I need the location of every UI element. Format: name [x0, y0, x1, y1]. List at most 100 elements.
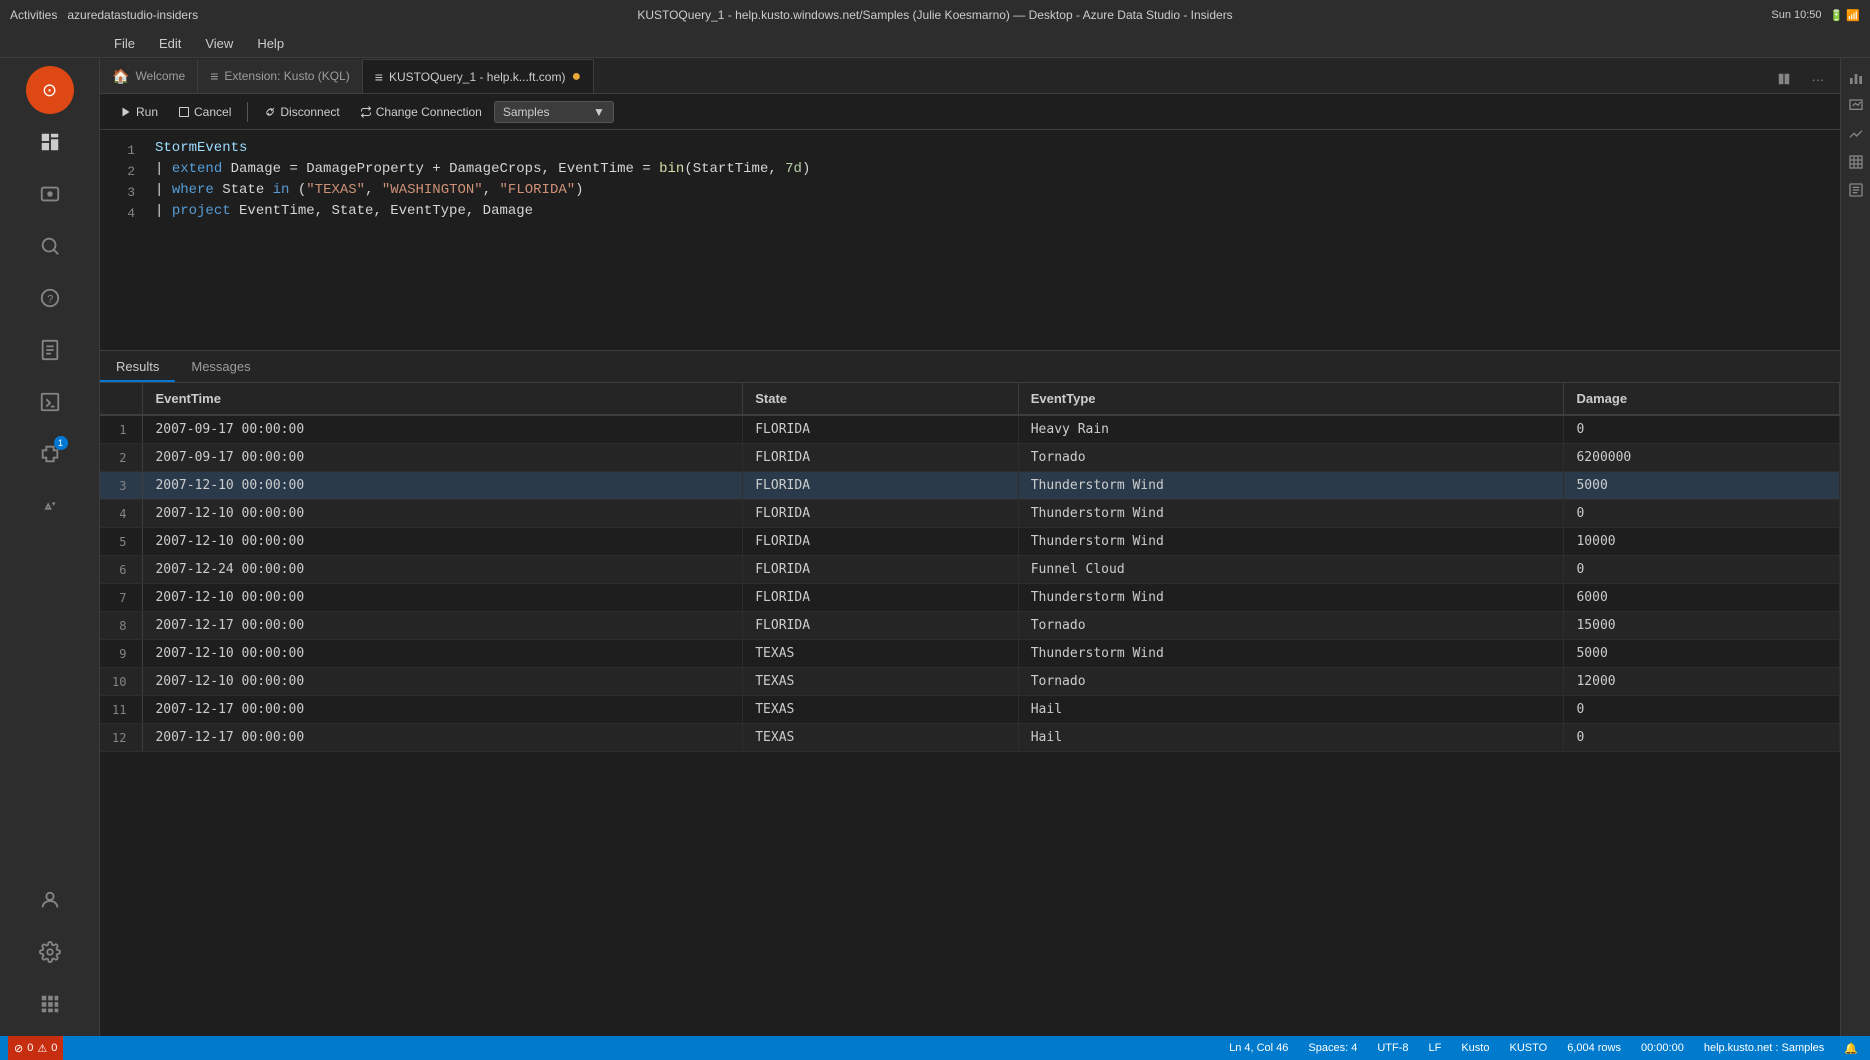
notification-icon[interactable]: 🔔 — [1840, 1042, 1862, 1055]
database-selector[interactable]: Samples ▼ — [494, 101, 614, 123]
line-col[interactable]: Ln 4, Col 46 — [1225, 1042, 1292, 1054]
chart-icon-3[interactable] — [1844, 122, 1868, 146]
eol[interactable]: LF — [1425, 1042, 1446, 1054]
table-cell: 10000 — [1564, 528, 1840, 556]
spaces[interactable]: Spaces: 4 — [1304, 1042, 1361, 1054]
tab-kusto-query[interactable]: ≡ KUSTOQuery_1 - help.k...ft.com) ● — [363, 59, 594, 93]
app-name-label[interactable]: azuredatastudio-insiders — [67, 8, 198, 22]
code-line-3: | where State in ("TEXAS", "WASHINGTON",… — [155, 180, 1840, 201]
results-table-container[interactable]: EventTime State EventType Damage 12007-0… — [100, 383, 1840, 850]
table-cell: 2007-09-17 00:00:00 — [143, 415, 743, 444]
menu-help[interactable]: Help — [253, 34, 288, 53]
table-cell: 12000 — [1564, 668, 1840, 696]
col-eventtime[interactable]: EventTime — [143, 383, 743, 415]
table-row[interactable]: 72007-12-10 00:00:00FLORIDAThunderstorm … — [100, 584, 1840, 612]
cancel-button[interactable]: Cancel — [170, 102, 239, 122]
activity-extensions[interactable]: 1 — [26, 430, 74, 478]
code-line-1: StormEvents — [155, 138, 1840, 159]
change-connection-button[interactable]: Change Connection — [352, 102, 490, 122]
activity-notebook[interactable] — [26, 326, 74, 374]
language-mode[interactable]: Kusto — [1457, 1042, 1493, 1054]
table-row[interactable]: 122007-12-17 00:00:00TEXASHail0 — [100, 724, 1840, 752]
table-row[interactable]: 42007-12-10 00:00:00FLORIDAThunderstorm … — [100, 500, 1840, 528]
table-row[interactable]: 92007-12-10 00:00:00TEXASThunderstorm Wi… — [100, 640, 1840, 668]
table-cell: FLORIDA — [743, 584, 1019, 612]
error-number: 0 — [27, 1042, 33, 1054]
table-cell: Tornado — [1018, 444, 1564, 472]
table-cell: 0 — [1564, 724, 1840, 752]
table-cell: FLORIDA — [743, 528, 1019, 556]
menu-file[interactable]: File — [110, 34, 139, 53]
chart-icon-4[interactable] — [1844, 150, 1868, 174]
activity-search[interactable] — [26, 222, 74, 270]
table-cell: Thunderstorm Wind — [1018, 584, 1564, 612]
tab-welcome[interactable]: 🏠 Welcome — [100, 59, 198, 93]
run-button[interactable]: Run — [112, 102, 166, 122]
table-header-row: EventTime State EventType Damage — [100, 383, 1840, 415]
cell-rownum: 9 — [100, 640, 143, 668]
tabs-bar: 🏠 Welcome ≡ Extension: Kusto (KQL) ≡ KUS… — [100, 58, 1840, 94]
activity-grid[interactable] — [26, 980, 74, 1028]
split-editor-button[interactable] — [1770, 65, 1798, 93]
connection-info[interactable]: help.kusto.net : Samples — [1700, 1042, 1828, 1054]
code-editor[interactable]: 1 2 3 4 StormEvents | extend Damage = Da… — [100, 130, 1840, 350]
table-cell: TEXAS — [743, 724, 1019, 752]
tab-extension-kusto[interactable]: ≡ Extension: Kusto (KQL) — [198, 59, 363, 93]
cell-rownum: 12 — [100, 724, 143, 752]
results-table: EventTime State EventType Damage 12007-0… — [100, 383, 1840, 752]
table-cell: TEXAS — [743, 640, 1019, 668]
schema[interactable]: KUSTO — [1505, 1042, 1551, 1054]
table-row[interactable]: 52007-12-10 00:00:00FLORIDAThunderstorm … — [100, 528, 1840, 556]
activity-terminal[interactable] — [26, 378, 74, 426]
activities-label[interactable]: Activities — [10, 8, 57, 22]
dropdown-arrow: ▼ — [593, 105, 605, 119]
table-cell: Tornado — [1018, 612, 1564, 640]
table-cell: FLORIDA — [743, 612, 1019, 640]
chart-icon-2[interactable] — [1844, 94, 1868, 118]
table-row[interactable]: 32007-12-10 00:00:00FLORIDAThunderstorm … — [100, 472, 1840, 500]
table-cell: Thunderstorm Wind — [1018, 528, 1564, 556]
error-count[interactable]: ⊘ 0 ⚠ 0 — [8, 1036, 63, 1060]
table-cell: 0 — [1564, 556, 1840, 584]
activity-azure[interactable] — [26, 482, 74, 530]
table-row[interactable]: 62007-12-24 00:00:00FLORIDAFunnel Cloud0 — [100, 556, 1840, 584]
table-row[interactable]: 112007-12-17 00:00:00TEXASHail0 — [100, 696, 1840, 724]
table-row[interactable]: 22007-09-17 00:00:00FLORIDATornado620000… — [100, 444, 1840, 472]
table-row[interactable]: 82007-12-17 00:00:00FLORIDATornado15000 — [100, 612, 1840, 640]
disconnect-button[interactable]: Disconnect — [256, 102, 347, 122]
row-count[interactable]: 6,004 rows — [1563, 1042, 1625, 1054]
table-cell: 2007-12-10 00:00:00 — [143, 668, 743, 696]
chart-icon-5[interactable] — [1844, 178, 1868, 202]
table-cell: 5000 — [1564, 640, 1840, 668]
activity-account[interactable] — [26, 876, 74, 924]
table-cell: TEXAS — [743, 696, 1019, 724]
activity-explorer[interactable] — [26, 118, 74, 166]
table-cell: 2007-12-10 00:00:00 — [143, 640, 743, 668]
activity-questions[interactable]: ? — [26, 274, 74, 322]
code-content[interactable]: StormEvents | extend Damage = DamageProp… — [145, 138, 1840, 342]
tabs-actions: ··· — [1770, 65, 1840, 93]
table-cell: 2007-12-17 00:00:00 — [143, 724, 743, 752]
menu-view[interactable]: View — [201, 34, 237, 53]
menu-edit[interactable]: Edit — [155, 34, 185, 53]
extensions-badge: 1 — [54, 436, 68, 450]
query-time[interactable]: 00:00:00 — [1637, 1042, 1688, 1054]
messages-tab[interactable]: Messages — [175, 353, 266, 382]
encoding[interactable]: UTF-8 — [1373, 1042, 1412, 1054]
col-damage[interactable]: Damage — [1564, 383, 1840, 415]
table-row[interactable]: 12007-09-17 00:00:00FLORIDAHeavy Rain0 — [100, 415, 1840, 444]
tab-welcome-label: Welcome — [135, 69, 185, 83]
chart-icon-1[interactable] — [1844, 66, 1868, 90]
results-tab[interactable]: Results — [100, 353, 175, 382]
code-line-4: | project EventTime, State, EventType, D… — [155, 201, 1840, 222]
cell-rownum: 8 — [100, 612, 143, 640]
col-state[interactable]: State — [743, 383, 1019, 415]
activity-new-connection[interactable] — [26, 170, 74, 218]
cancel-label: Cancel — [194, 105, 231, 119]
table-cell: Funnel Cloud — [1018, 556, 1564, 584]
col-eventtype[interactable]: EventType — [1018, 383, 1564, 415]
cell-rownum: 5 — [100, 528, 143, 556]
table-row[interactable]: 102007-12-10 00:00:00TEXASTornado12000 — [100, 668, 1840, 696]
activity-settings[interactable] — [26, 928, 74, 976]
more-actions-button[interactable]: ··· — [1804, 65, 1832, 93]
